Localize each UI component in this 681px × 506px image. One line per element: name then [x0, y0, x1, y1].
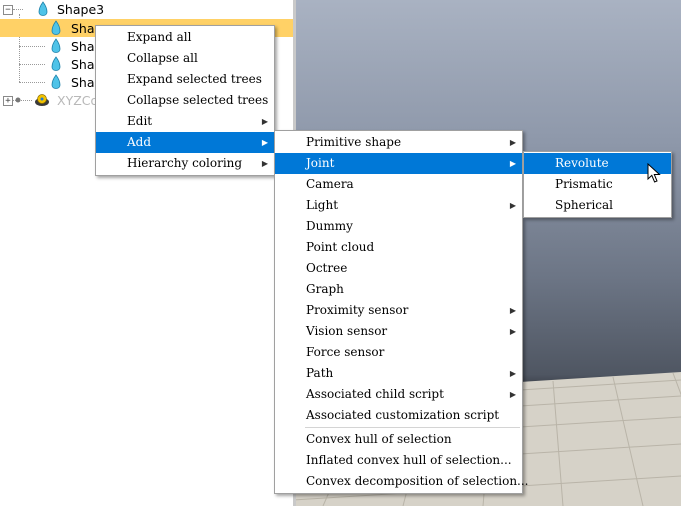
menu-item-label: Dummy [306, 219, 353, 233]
menu-item-light[interactable]: Light ▶ [275, 195, 522, 216]
menu-item-label: Proximity sensor [306, 303, 409, 317]
menu-item-label: Joint [306, 156, 335, 170]
menu-item-spherical[interactable]: Spherical [524, 195, 671, 216]
submenu-arrow-icon: ▶ [261, 117, 268, 126]
menu-item-label: Path [306, 366, 334, 380]
shape-icon [51, 74, 61, 89]
menu-item-label: Convex decomposition of selection... [306, 474, 529, 488]
tree-context-menu[interactable]: Expand all Collapse all Expand selected … [95, 25, 275, 176]
mouse-cursor-icon [647, 163, 661, 183]
submenu-arrow-icon: ▶ [509, 369, 516, 378]
menu-item-label: Associated child script [306, 387, 444, 401]
menu-item-associated-customization-script[interactable]: Associated customization script [275, 405, 522, 426]
menu-item-collapse-all[interactable]: Collapse all [96, 48, 274, 69]
menu-item-convex-decomposition[interactable]: Convex decomposition of selection... [275, 471, 529, 492]
shape-icon [51, 20, 61, 35]
menu-item-label: Inflated convex hull of selection... [306, 453, 512, 467]
menu-item-convex-hull[interactable]: Convex hull of selection [275, 429, 522, 450]
menu-item-path[interactable]: Path ▶ [275, 363, 522, 384]
menu-item-label: Collapse selected trees [127, 93, 269, 107]
menu-item-graph[interactable]: Graph [275, 279, 522, 300]
menu-item-label: Add [127, 135, 152, 149]
submenu-arrow-icon: ▶ [509, 201, 516, 210]
menu-item-label: Camera [306, 177, 354, 191]
shape-icon [38, 1, 48, 16]
menu-item-hierarchy-coloring[interactable]: Hierarchy coloring ▶ [96, 153, 274, 174]
tree-item-label: Shape3 [57, 1, 105, 17]
menu-item-octree[interactable]: Octree [275, 258, 522, 279]
menu-item-label: Prismatic [555, 177, 613, 191]
shape-icon [51, 56, 61, 71]
menu-item-label: Convex hull of selection [306, 432, 452, 446]
bullet-icon [15, 97, 21, 103]
menu-item-collapse-selected-trees[interactable]: Collapse selected trees [96, 90, 274, 111]
menu-item-label: Primitive shape [306, 135, 402, 149]
submenu-arrow-icon: ▶ [509, 390, 516, 399]
menu-item-point-cloud[interactable]: Point cloud [275, 237, 522, 258]
menu-item-expand-all[interactable]: Expand all [96, 27, 274, 48]
menu-item-label: Expand all [127, 30, 192, 44]
menu-item-label: Graph [306, 282, 344, 296]
menu-item-expand-selected-trees[interactable]: Expand selected trees [96, 69, 274, 90]
submenu-arrow-icon: ▶ [261, 138, 268, 147]
menu-item-label: Point cloud [306, 240, 375, 254]
menu-item-label: Octree [306, 261, 348, 275]
menu-item-proximity-sensor[interactable]: Proximity sensor ▶ [275, 300, 522, 321]
menu-item-label: Revolute [555, 156, 609, 170]
add-submenu[interactable]: Primitive shape ▶ Joint ▶ Camera Light ▶ Du… [274, 130, 529, 494]
menu-item-label: Collapse all [127, 51, 198, 65]
menu-item-label: Hierarchy coloring [127, 156, 243, 170]
submenu-arrow-icon: ▶ [261, 159, 268, 168]
tree-item-label: XYZCo [57, 92, 99, 108]
submenu-arrow-icon: ▶ [509, 159, 516, 168]
menu-item-primitive-shape[interactable]: Primitive shape ▶ [275, 132, 522, 153]
menu-item-inflated-convex-hull[interactable]: Inflated convex hull of selection... [275, 450, 522, 471]
menu-item-label: Expand selected trees [127, 72, 262, 86]
menu-item-force-sensor[interactable]: Force sensor [275, 342, 522, 363]
submenu-arrow-icon: ▶ [509, 306, 516, 315]
menu-item-label: Force sensor [306, 345, 385, 359]
menu-item-label: Light [306, 198, 339, 212]
menu-item-associated-child-script[interactable]: Associated child script ▶ [275, 384, 522, 405]
dummy-icon [35, 94, 49, 106]
expand-toggle-icon[interactable]: + [3, 96, 13, 106]
menu-item-edit[interactable]: Edit ▶ [96, 111, 274, 132]
menu-item-label: Edit [127, 114, 153, 128]
menu-item-label: Associated customization script [306, 408, 500, 422]
menu-item-label: Spherical [555, 198, 614, 212]
menu-item-label: Vision sensor [306, 324, 388, 338]
shape-icon [51, 38, 61, 53]
tree-item-shape3[interactable]: − Shape3 [0, 0, 293, 18]
menu-item-joint[interactable]: Joint ▶ [275, 153, 522, 174]
collapse-toggle-icon[interactable]: − [3, 5, 13, 15]
menu-item-dummy[interactable]: Dummy [275, 216, 522, 237]
menu-separator [305, 427, 520, 428]
menu-item-add[interactable]: Add ▶ [96, 132, 274, 153]
menu-item-camera[interactable]: Camera [275, 174, 522, 195]
submenu-arrow-icon: ▶ [509, 327, 516, 336]
submenu-arrow-icon: ▶ [509, 138, 516, 147]
menu-item-vision-sensor[interactable]: Vision sensor ▶ [275, 321, 522, 342]
